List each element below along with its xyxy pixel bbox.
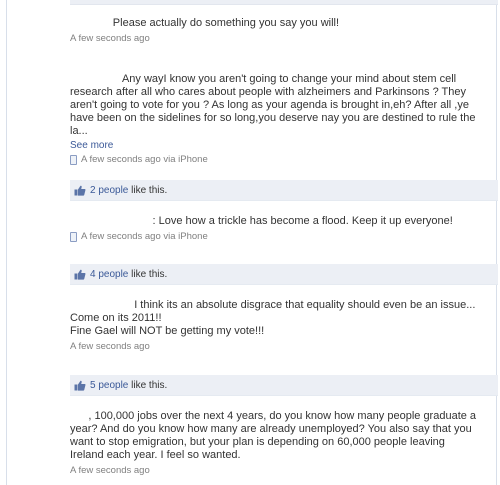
comment-timestamp: A few seconds ago	[70, 465, 480, 476]
likers-link[interactable]: 4 people	[90, 269, 128, 280]
timestamp-text: A few seconds ago	[70, 465, 150, 476]
comment-item: , 100,000 jobs over the next 4 years, do…	[70, 410, 480, 476]
comment-timestamp: A few seconds ago	[70, 341, 480, 352]
mobile-phone-icon	[70, 231, 77, 242]
like-bar: 4 people like this.	[70, 264, 498, 285]
feed-left-border	[6, 0, 7, 485]
thumbs-up-icon	[74, 269, 86, 280]
feed-right-border	[496, 0, 497, 485]
comment-text: Please actually do something you say you…	[70, 17, 340, 29]
like-summary: 4 people like this.	[90, 269, 167, 280]
comment-item: Any wayI know you aren't going to change…	[70, 73, 480, 165]
comment-timestamp: A few seconds ago	[70, 33, 480, 44]
like-summary: 5 people like this.	[90, 380, 167, 391]
like-suffix: like this.	[128, 379, 168, 391]
timestamp-text[interactable]: A few seconds ago via iPhone	[81, 231, 208, 242]
comment-item: Please actually do something you say you…	[70, 17, 480, 44]
comment-text: , 100,000 jobs over the next 4 years, do…	[70, 410, 480, 461]
like-suffix: like this.	[128, 268, 168, 280]
timestamp-text[interactable]: A few seconds ago via iPhone	[81, 154, 208, 165]
thumbs-up-icon	[74, 185, 86, 196]
mobile-phone-icon	[70, 154, 77, 165]
previous-like-bar	[70, 0, 498, 5]
thumbs-up-icon	[74, 380, 86, 391]
like-bar: 2 people like this.	[70, 180, 498, 201]
comment-feed: Please actually do something you say you…	[0, 0, 500, 485]
like-bar: 5 people like this.	[70, 375, 498, 396]
comment-text: I think its an absolute disgrace that eq…	[70, 299, 476, 337]
comment-item: : Love how a trickle has become a flood.…	[70, 215, 480, 242]
likers-link[interactable]: 5 people	[90, 380, 128, 391]
likers-link[interactable]: 2 people	[90, 185, 128, 196]
comment-text: : Love how a trickle has become a flood.…	[70, 215, 453, 227]
comment-timestamp: A few seconds ago via iPhone	[70, 231, 480, 242]
comment-item: I think its an absolute disgrace that eq…	[70, 299, 480, 352]
comment-timestamp: A few seconds ago via iPhone	[70, 154, 480, 165]
comment-text: Any wayI know you aren't going to change…	[70, 73, 479, 137]
see-more-link[interactable]: See more	[70, 140, 113, 151]
like-suffix: like this.	[128, 184, 168, 196]
timestamp-text: A few seconds ago	[70, 33, 150, 44]
like-summary: 2 people like this.	[90, 185, 167, 196]
timestamp-text: A few seconds ago	[70, 341, 150, 352]
